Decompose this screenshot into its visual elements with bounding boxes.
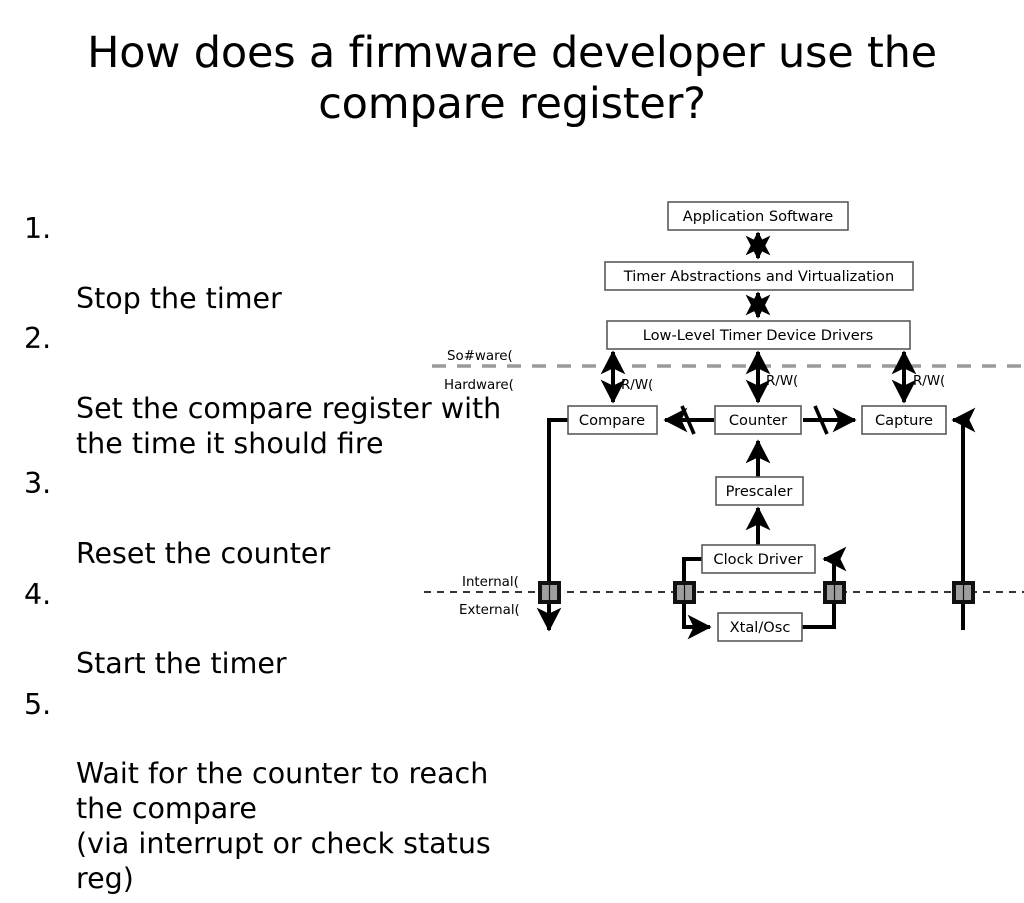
pin-xtal-osc-right — [823, 581, 846, 604]
pin-clock-driver-left — [673, 581, 696, 604]
box-label-application-software: Application Software — [683, 208, 834, 225]
pin-compare-output — [538, 581, 561, 604]
label-internal: Internal( — [462, 575, 519, 590]
box-label-compare: Compare — [579, 412, 645, 429]
list-item-text: Wait for the counter to reach the compar… — [76, 757, 491, 895]
box-label-low-level-drivers: Low-Level Timer Device Drivers — [643, 327, 874, 344]
box-label-counter: Counter — [729, 412, 787, 429]
label-hardware: Hardware( — [444, 378, 514, 393]
box-label-xtal-osc: Xtal/Osc — [730, 619, 791, 636]
box-application-software[interactable]: Application Software — [667, 201, 849, 231]
label-software: So#ware( — [447, 349, 513, 364]
box-compare[interactable]: Compare — [567, 405, 658, 435]
box-capture[interactable]: Capture — [861, 405, 947, 435]
box-label-clock-driver: Clock Driver — [713, 551, 802, 568]
pin-capture-input — [952, 581, 975, 604]
box-prescaler[interactable]: Prescaler — [715, 476, 804, 506]
box-timer-abstractions[interactable]: Timer Abstractions and Virtualization — [604, 261, 914, 291]
bus-counter-to-compare — [663, 405, 714, 435]
box-counter[interactable]: Counter — [714, 405, 802, 435]
bus-counter-to-capture — [803, 405, 857, 435]
label-rw-compare: R/W( — [621, 378, 653, 393]
box-label-timer-abstractions: Timer Abstractions and Virtualization — [623, 268, 894, 285]
label-rw-counter: R/W( — [766, 374, 798, 389]
label-external: External( — [459, 603, 520, 618]
timer-architecture-diagram: Application Software Timer Abstractions … — [0, 0, 1024, 768]
box-label-prescaler: Prescaler — [726, 483, 793, 500]
box-low-level-drivers[interactable]: Low-Level Timer Device Drivers — [606, 320, 911, 350]
box-xtal-osc[interactable]: Xtal/Osc — [717, 612, 803, 642]
label-rw-capture: R/W( — [913, 374, 945, 389]
box-label-capture: Capture — [875, 412, 933, 429]
box-clock-driver[interactable]: Clock Driver — [701, 544, 816, 574]
